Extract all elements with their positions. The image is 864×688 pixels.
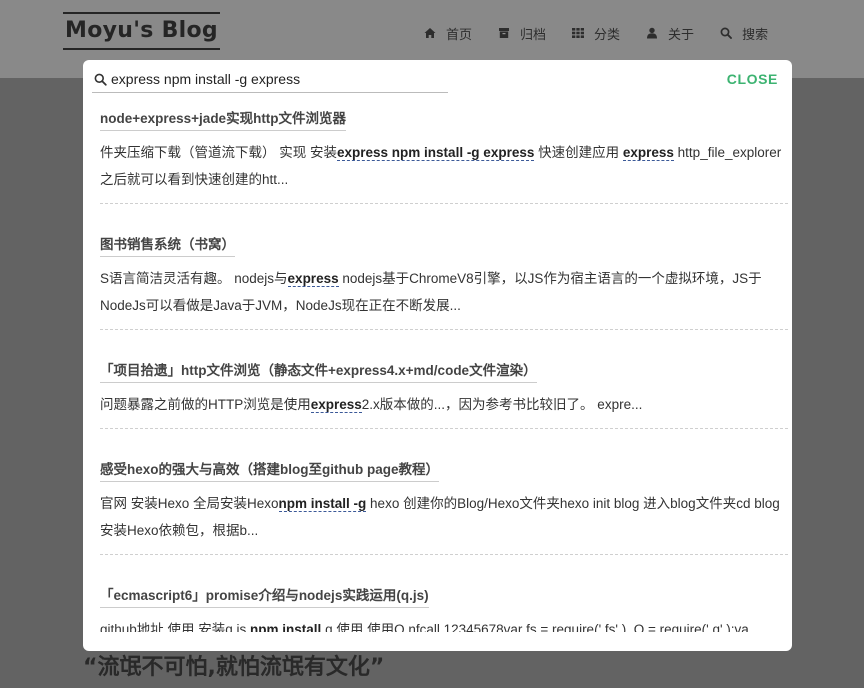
snippet-text: 件夹压缩下载（管道流下载） 实现 安装 <box>100 145 338 160</box>
result-snippet: 官网 安装Hexo 全局安装Hexonpm install -g hexo 创建… <box>100 490 785 544</box>
search-result-item[interactable]: 感受hexo的强大与高效（搭建blog至github page教程） 官网 安装H… <box>100 449 788 555</box>
search-result-item[interactable]: node+express+jade实现http文件浏览器件夹压缩下载（管道流下载… <box>100 98 788 204</box>
snippet-text: 问题暴露之前做的HTTP浏览是使用 <box>100 397 311 412</box>
result-snippet: github地址 使用 安装q.js npm install q 使用 使用Q.… <box>100 616 785 632</box>
result-title-link[interactable]: 图书销售系统（书窝） <box>100 233 235 257</box>
search-bar <box>92 66 448 93</box>
search-input[interactable] <box>111 71 441 87</box>
search-modal: CLOSE node+express+jade实现http文件浏览器件夹压缩下载… <box>83 60 792 651</box>
search-result-item[interactable]: 「项目拾遗」http文件浏览（静态文件+express4.x+md/code文件… <box>100 350 788 429</box>
snippet-text: 快速创建应用 <box>534 145 623 160</box>
result-snippet: S语言简洁灵活有趣。 nodejs与express nodejs基于Chrome… <box>100 265 785 319</box>
snippet-text: 官网 安装Hexo 全局安装Hexo <box>100 496 279 511</box>
snippet-text: 2.x版本做的...，因为参考书比较旧了。 expre... <box>361 397 643 412</box>
result-snippet: 件夹压缩下载（管道流下载） 实现 安装express npm install -… <box>100 139 785 193</box>
close-button[interactable]: CLOSE <box>727 71 778 87</box>
search-icon <box>94 73 107 86</box>
snippet-text: S语言简洁灵活有趣。 nodejs与 <box>100 271 288 286</box>
keyword-highlight: express <box>287 271 339 287</box>
result-title-link[interactable]: 「项目拾遗」http文件浏览（静态文件+express4.x+md/code文件… <box>100 359 537 383</box>
keyword-highlight: npm install -g <box>278 496 367 512</box>
result-title-link[interactable]: 「ecmascript6」promise介绍与nodejs实践运用(q.js) <box>100 584 429 608</box>
search-results[interactable]: node+express+jade实现http文件浏览器件夹压缩下载（管道流下载… <box>100 98 788 632</box>
keyword-highlight: express <box>622 145 674 161</box>
result-title-link[interactable]: 感受hexo的强大与高效（搭建blog至github page教程） <box>100 458 439 482</box>
search-result-item[interactable]: 图书销售系统（书窝） S语言简洁灵活有趣。 nodejs与express node… <box>100 224 788 330</box>
snippet-text: q 使用 使用Q.nfcall 12345678var fs = require… <box>321 622 761 632</box>
keyword-highlight: npm install <box>250 622 322 632</box>
search-result-item[interactable]: 「ecmascript6」promise介绍与nodejs实践运用(q.js) g… <box>100 575 788 632</box>
keyword-highlight: express <box>310 397 362 413</box>
keyword-highlight: express npm install -g express <box>337 145 535 161</box>
result-title-link[interactable]: node+express+jade实现http文件浏览器 <box>100 107 347 131</box>
result-snippet: 问题暴露之前做的HTTP浏览是使用express2.x版本做的...，因为参考书… <box>100 391 785 418</box>
snippet-text: github地址 使用 安装q.js <box>100 622 251 632</box>
